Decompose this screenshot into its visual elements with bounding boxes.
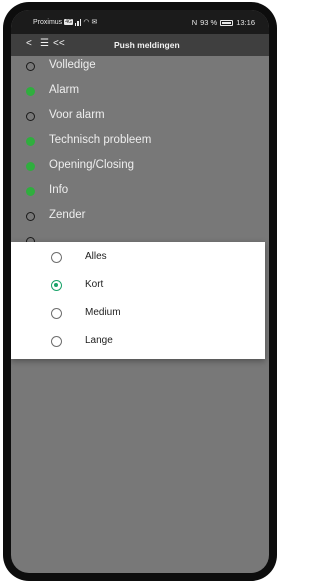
list-item[interactable]: Info: [11, 181, 269, 206]
page-title: Push meldingen: [114, 40, 180, 50]
carrier-name: Proximus: [33, 18, 63, 26]
list-item-label: Technisch probleem: [49, 134, 152, 146]
radio-button[interactable]: [51, 280, 62, 291]
list-item[interactable]: Technisch probleem: [11, 131, 269, 156]
list-item[interactable]: Opening/Closing: [11, 156, 269, 181]
clock: 13:16: [236, 18, 255, 27]
network-badge: 4G: [64, 19, 73, 25]
nfc-icon: N: [191, 18, 198, 27]
option-label: Medium: [85, 307, 121, 318]
status-left: Proximus 4G ◠ ✉: [33, 18, 97, 26]
list-item-label: Volledige: [49, 59, 96, 71]
status-dot: [26, 137, 35, 146]
list-item[interactable]: Voor alarm: [11, 106, 269, 131]
option-label: Lange: [85, 335, 113, 346]
list-item-label: Zender: [49, 209, 86, 221]
battery-icon: [220, 19, 234, 26]
option-alles[interactable]: Alles: [11, 244, 265, 272]
wifi-icon: ◠: [83, 19, 90, 26]
status-dot: [26, 212, 35, 221]
back-icon[interactable]: <: [26, 39, 32, 49]
status-dot: [26, 87, 35, 96]
list-item[interactable]: Alarm: [11, 81, 269, 106]
radio-button[interactable]: [51, 308, 62, 319]
list-item-label: Alarm: [49, 84, 80, 96]
radio-button[interactable]: [51, 336, 62, 347]
menu-icon[interactable]: ☰: [40, 39, 49, 49]
list-item-label: Info: [49, 184, 69, 196]
option-medium[interactable]: Medium: [11, 300, 265, 328]
list-item[interactable]: Volledige: [11, 56, 269, 81]
duration-dialog: Alles Kort Medium Lange: [11, 242, 265, 359]
list-item-label: Opening/Closing: [49, 159, 135, 171]
list-item[interactable]: Zender: [11, 206, 269, 231]
status-dot: [26, 187, 35, 196]
list-item-label: Voor alarm: [49, 109, 105, 121]
option-kort[interactable]: Kort: [11, 272, 265, 300]
app-header: < ☰ << Push meldingen: [11, 34, 269, 56]
option-label: Kort: [85, 279, 104, 290]
signal-icon: [74, 18, 82, 26]
status-bar: Proximus 4G ◠ ✉ N 93 % 13:16: [11, 10, 269, 34]
battery-percent: 93 %: [200, 18, 218, 27]
option-lange[interactable]: Lange: [11, 328, 265, 356]
screen: Proximus 4G ◠ ✉ N 93 % 13:16 < ☰ << Push…: [11, 10, 269, 573]
status-dot: [26, 162, 35, 171]
status-right: N 93 % 13:16: [192, 18, 255, 27]
phone-frame: Proximus 4G ◠ ✉ N 93 % 13:16 < ☰ << Push…: [3, 2, 277, 581]
status-dot: [26, 62, 35, 71]
radio-button[interactable]: [51, 252, 62, 263]
option-label: Alles: [85, 251, 107, 262]
message-icon: ✉: [91, 19, 98, 26]
status-dot: [26, 112, 35, 121]
collapse-icon[interactable]: <<: [53, 39, 65, 49]
